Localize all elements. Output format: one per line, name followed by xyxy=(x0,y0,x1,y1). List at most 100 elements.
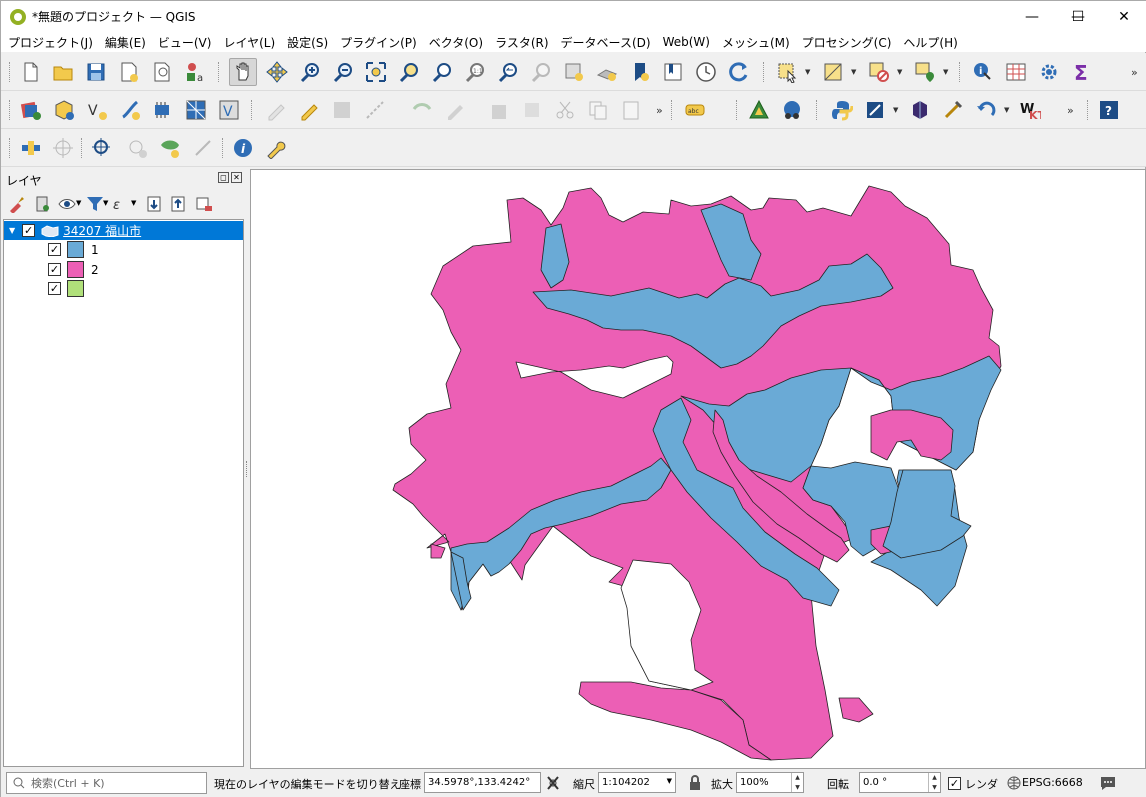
vertex-tool-icon[interactable] xyxy=(410,98,434,122)
menu-raster[interactable]: ラスタ(R) xyxy=(488,34,553,51)
save-layer-edits-icon[interactable] xyxy=(330,98,354,122)
toggle-editing-icon[interactable] xyxy=(297,98,321,122)
menu-plugins[interactable]: プラグイン(P) xyxy=(333,34,422,51)
osm-downloader-icon[interactable] xyxy=(780,98,804,122)
georeferencer-icon[interactable] xyxy=(747,98,771,122)
plugin-icon-3[interactable] xyxy=(941,98,965,122)
zoom-in-icon[interactable] xyxy=(298,60,322,84)
attribute-table-icon[interactable] xyxy=(1004,60,1028,84)
legend-item-3[interactable]: ✓ xyxy=(4,279,243,298)
layer-row-34207[interactable]: ▼ ✓ 34207 福山市 xyxy=(4,221,243,240)
menu-layer[interactable]: レイヤ(L) xyxy=(216,34,280,51)
new-3d-map-view-icon[interactable] xyxy=(595,60,619,84)
style-manager-icon[interactable]: a xyxy=(183,60,207,84)
modify-attributes-icon[interactable] xyxy=(443,98,467,122)
select-location-icon[interactable] xyxy=(913,60,937,84)
filter-by-expression-icon[interactable]: ε xyxy=(112,195,130,213)
coordinate-toggle-icon[interactable] xyxy=(546,775,560,791)
locator-search[interactable]: 検索(Ctrl + K) xyxy=(6,772,207,794)
menu-help[interactable]: ヘルプ(H) xyxy=(896,34,962,51)
undo-icon[interactable] xyxy=(974,98,998,122)
add-group-icon[interactable] xyxy=(33,195,51,213)
menu-web[interactable]: Web(W) xyxy=(656,35,715,49)
crs-label[interactable]: EPSG:6668 xyxy=(1022,776,1083,789)
show-bookmarks-icon[interactable] xyxy=(661,60,685,84)
snap-to-layer-icon[interactable] xyxy=(90,136,114,160)
zoom-out-icon[interactable] xyxy=(331,60,355,84)
add-spatialite-icon[interactable] xyxy=(151,98,175,122)
zoom-native-icon[interactable]: 1:1 xyxy=(463,60,487,84)
new-geopackage-icon[interactable] xyxy=(52,98,76,122)
expand-arrow-icon[interactable]: ▼ xyxy=(9,226,15,235)
statistical-summary-icon[interactable]: Σ xyxy=(1070,60,1094,84)
expand-all-icon[interactable] xyxy=(145,195,163,213)
filter-legend-icon[interactable] xyxy=(86,195,104,213)
magnifier-field[interactable]: 100% ▲ ▼ xyxy=(736,772,804,793)
paste-features-icon[interactable] xyxy=(619,98,643,122)
menu-edit[interactable]: 編集(E) xyxy=(98,34,151,51)
legend-item-1-checkbox[interactable]: ✓ xyxy=(48,243,61,256)
snap-topology-icon[interactable] xyxy=(158,136,182,160)
identify-features-icon[interactable]: i xyxy=(971,60,995,84)
menu-settings[interactable]: 設定(S) xyxy=(280,34,333,51)
layer-visibility-checkbox[interactable]: ✓ xyxy=(22,224,36,237)
add-delimited-text-icon[interactable] xyxy=(118,98,142,122)
snap-intersection-icon[interactable] xyxy=(191,136,215,160)
info-icon[interactable]: i xyxy=(231,136,255,160)
add-vector-layer-icon[interactable]: V xyxy=(85,98,109,122)
pan-to-selection-icon[interactable] xyxy=(265,60,289,84)
menu-database[interactable]: データベース(D) xyxy=(554,34,656,51)
toolbar-overflow-3-icon[interactable]: » xyxy=(1067,104,1074,117)
pan-map-icon[interactable] xyxy=(229,58,257,86)
remove-layer-icon[interactable] xyxy=(195,195,213,213)
lock-scale-icon[interactable] xyxy=(689,775,701,791)
messages-icon[interactable] xyxy=(1099,775,1117,791)
current-edits-icon[interactable] xyxy=(264,98,288,122)
coordinate-field[interactable]: 34.5978°,133.4242° xyxy=(424,772,541,793)
legend-item-3-checkbox[interactable]: ✓ xyxy=(48,282,61,295)
menu-processing[interactable]: プロセシング(C) xyxy=(795,34,897,51)
map-canvas[interactable] xyxy=(250,169,1146,769)
zoom-next-icon[interactable] xyxy=(529,60,553,84)
panel-float-icon[interactable]: ◻ xyxy=(218,172,229,183)
toolbar-overflow-icon[interactable]: » xyxy=(1131,66,1138,79)
temporal-controller-icon[interactable] xyxy=(694,60,718,84)
new-bookmark-icon[interactable] xyxy=(628,60,652,84)
scissors-icon[interactable] xyxy=(553,98,577,122)
data-source-manager-icon[interactable] xyxy=(19,98,43,122)
copy-features-icon[interactable] xyxy=(586,98,610,122)
zoom-full-icon[interactable] xyxy=(364,60,388,84)
zoom-to-layer-icon[interactable] xyxy=(430,60,454,84)
minimize-button-2[interactable]: — xyxy=(1009,1,1055,32)
delete-selected-icon[interactable] xyxy=(487,98,511,122)
snap-advanced-icon[interactable] xyxy=(125,136,149,160)
close-button[interactable]: ✕ xyxy=(1101,1,1146,32)
panel-close-icon[interactable]: ✕ xyxy=(231,172,242,183)
open-project-icon[interactable] xyxy=(51,60,75,84)
menu-view[interactable]: ビュー(V) xyxy=(151,34,217,51)
layout-manager-icon[interactable] xyxy=(150,60,174,84)
save-project-icon[interactable] xyxy=(84,60,108,84)
scale-field[interactable]: 1:104202 ▼ xyxy=(598,772,676,793)
maximize-button[interactable]: ☐ xyxy=(1055,1,1101,32)
legend-item-2-checkbox[interactable]: ✓ xyxy=(48,263,61,276)
python-console-icon[interactable] xyxy=(830,98,854,122)
select-by-value-icon[interactable] xyxy=(821,60,845,84)
menu-project[interactable]: プロジェクト(J) xyxy=(1,34,98,51)
select-features-icon[interactable] xyxy=(775,60,799,84)
collapse-all-icon[interactable] xyxy=(169,195,187,213)
digitize-line-icon[interactable] xyxy=(363,98,387,122)
crs-globe-icon[interactable] xyxy=(1007,776,1021,790)
render-checkbox[interactable]: ✓ xyxy=(948,777,961,790)
plugin-icon-1[interactable] xyxy=(863,98,887,122)
snapping-target-icon[interactable] xyxy=(51,136,75,160)
toolbar-overflow-2-icon[interactable]: » xyxy=(656,104,663,117)
deselect-features-icon[interactable] xyxy=(867,60,891,84)
map-svg[interactable] xyxy=(251,170,1145,768)
legend-item-1[interactable]: ✓ 1 xyxy=(4,240,243,259)
new-print-layout-icon[interactable] xyxy=(117,60,141,84)
legend-item-2[interactable]: ✓ 2 xyxy=(4,260,243,279)
processing-toolbox-icon[interactable] xyxy=(1037,60,1061,84)
new-map-view-icon[interactable] xyxy=(562,60,586,84)
refresh-icon[interactable] xyxy=(727,60,751,84)
